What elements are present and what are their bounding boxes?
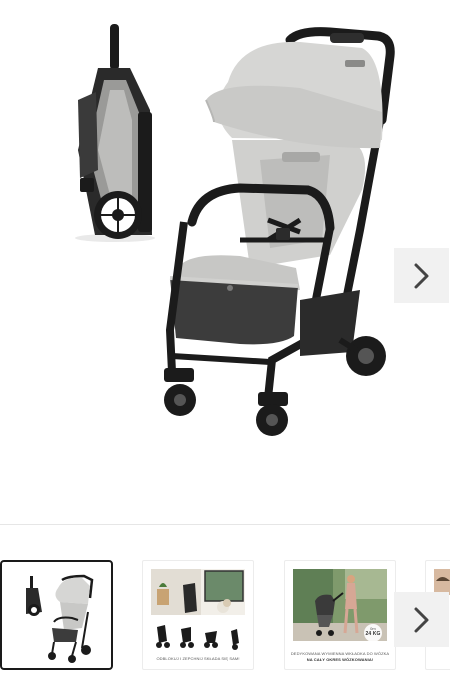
- thumbnail-caption: ODBLOKUJ I ZEPCHNIJ SKŁADA SIĘ SAM!: [156, 656, 240, 661]
- thumbnail-stroller[interactable]: [0, 560, 113, 670]
- thumbnail-folding-steps[interactable]: ODBLOKUJ I ZEPCHNIJ SKŁADA SIĘ SAM!: [142, 560, 254, 670]
- thumbnail-caption-line2: NA CAŁY OKRES WÓZKOWANIA!: [306, 657, 374, 662]
- next-image-button[interactable]: [394, 248, 449, 303]
- next-thumbnail-button[interactable]: [394, 592, 449, 647]
- chevron-right-icon: [414, 263, 428, 288]
- thumbnail-lifestyle[interactable]: 0m 24 KG DEDYKOWANA WYMIENNA WKŁADKA DO …: [284, 560, 396, 670]
- thumbnail-folding-image: [151, 569, 245, 650]
- chevron-right-icon: [414, 607, 428, 632]
- thumbnail-caption-line1: DEDYKOWANA WYMIENNA WKŁADKA DO WÓZKA: [290, 651, 390, 656]
- folded-stroller-image: [75, 24, 155, 242]
- thumbnail-badge-weight: 24 KG: [365, 631, 381, 637]
- thumbnail-stroller-image: [26, 574, 94, 663]
- product-main-image[interactable]: [0, 0, 450, 520]
- stroller-image: [164, 27, 395, 436]
- gallery-divider: [0, 524, 450, 525]
